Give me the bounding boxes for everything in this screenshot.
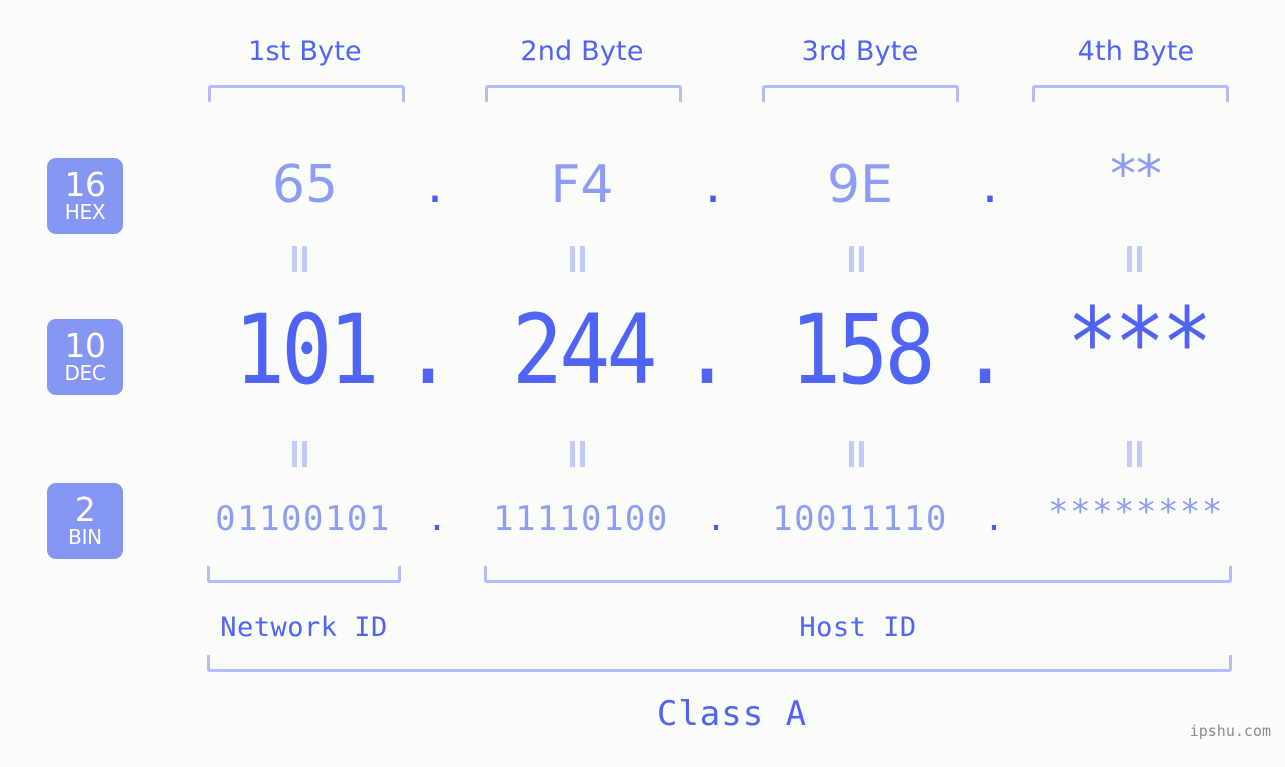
base-badge-dec-number: 10 [64,326,107,365]
dec-separator-3: . [959,294,1011,406]
base-badge-dec: 10 DEC [47,319,123,395]
column-header-2nd-byte: 2nd Byte [520,36,644,67]
bin-byte2-value: 11110100 [493,499,669,539]
hex-byte2-value: F4 [550,155,614,215]
network-id-label: Network ID [220,612,388,643]
bracket-top-byte1 [208,85,405,102]
host-id-label: Host ID [799,612,917,643]
hex-byte3-value: 9E [827,155,893,215]
hex-separator-1: . [426,155,444,215]
hex-separator-3: . [981,155,999,215]
base-badge-dec-name: DEC [64,361,106,385]
equals-mark-hex-dec-byte3 [849,246,865,272]
bin-separator-2: . [705,499,727,539]
equals-mark-dec-bin-byte2 [570,441,586,467]
site-watermark: ipshu.com [1189,722,1271,740]
bracket-top-byte4 [1032,85,1229,102]
dec-byte2-value: 244 [511,294,658,406]
class-label: Class A [656,694,808,734]
equals-mark-dec-bin-byte3 [849,441,865,467]
bin-byte3-value: 10011110 [772,499,948,539]
equals-mark-hex-dec-byte4 [1127,246,1143,272]
ip-address-breakdown-diagram: 1st Byte 2nd Byte 3rd Byte 4th Byte 16 H… [0,0,1285,767]
bin-separator-3: . [983,499,1005,539]
column-header-4th-byte: 4th Byte [1077,36,1195,67]
hex-byte1-value: 65 [271,155,339,215]
hex-separator-2: . [704,155,722,215]
dec-byte1-value: 101 [233,294,380,406]
dec-byte3-value: 158 [789,294,936,406]
column-header-1st-byte: 1st Byte [248,36,362,67]
bin-separator-1: . [426,499,448,539]
dec-separator-1: . [402,294,454,406]
bracket-top-byte2 [485,85,682,102]
bracket-bottom-host-id [484,566,1232,583]
bracket-bottom-class [207,655,1232,672]
base-badge-bin-name: BIN [68,525,102,549]
hex-byte4-value: ** [1110,145,1162,205]
bin-byte1-value: 01100101 [215,499,391,539]
base-badge-bin-number: 2 [74,490,96,529]
bracket-top-byte3 [762,85,959,102]
bracket-bottom-network-id [207,566,401,583]
column-header-3rd-byte: 3rd Byte [801,36,919,67]
base-badge-bin: 2 BIN [47,483,123,559]
dec-byte4-value: *** [1066,287,1213,399]
base-badge-hex-name: HEX [64,200,106,224]
equals-mark-dec-bin-byte1 [292,441,308,467]
dec-separator-2: . [681,294,733,406]
base-badge-hex-number: 16 [64,165,107,204]
base-badge-hex: 16 HEX [47,158,123,234]
equals-mark-dec-bin-byte4 [1127,441,1143,467]
equals-mark-hex-dec-byte2 [570,246,586,272]
equals-mark-hex-dec-byte1 [292,246,308,272]
bin-byte4-value: ******** [1048,492,1224,532]
